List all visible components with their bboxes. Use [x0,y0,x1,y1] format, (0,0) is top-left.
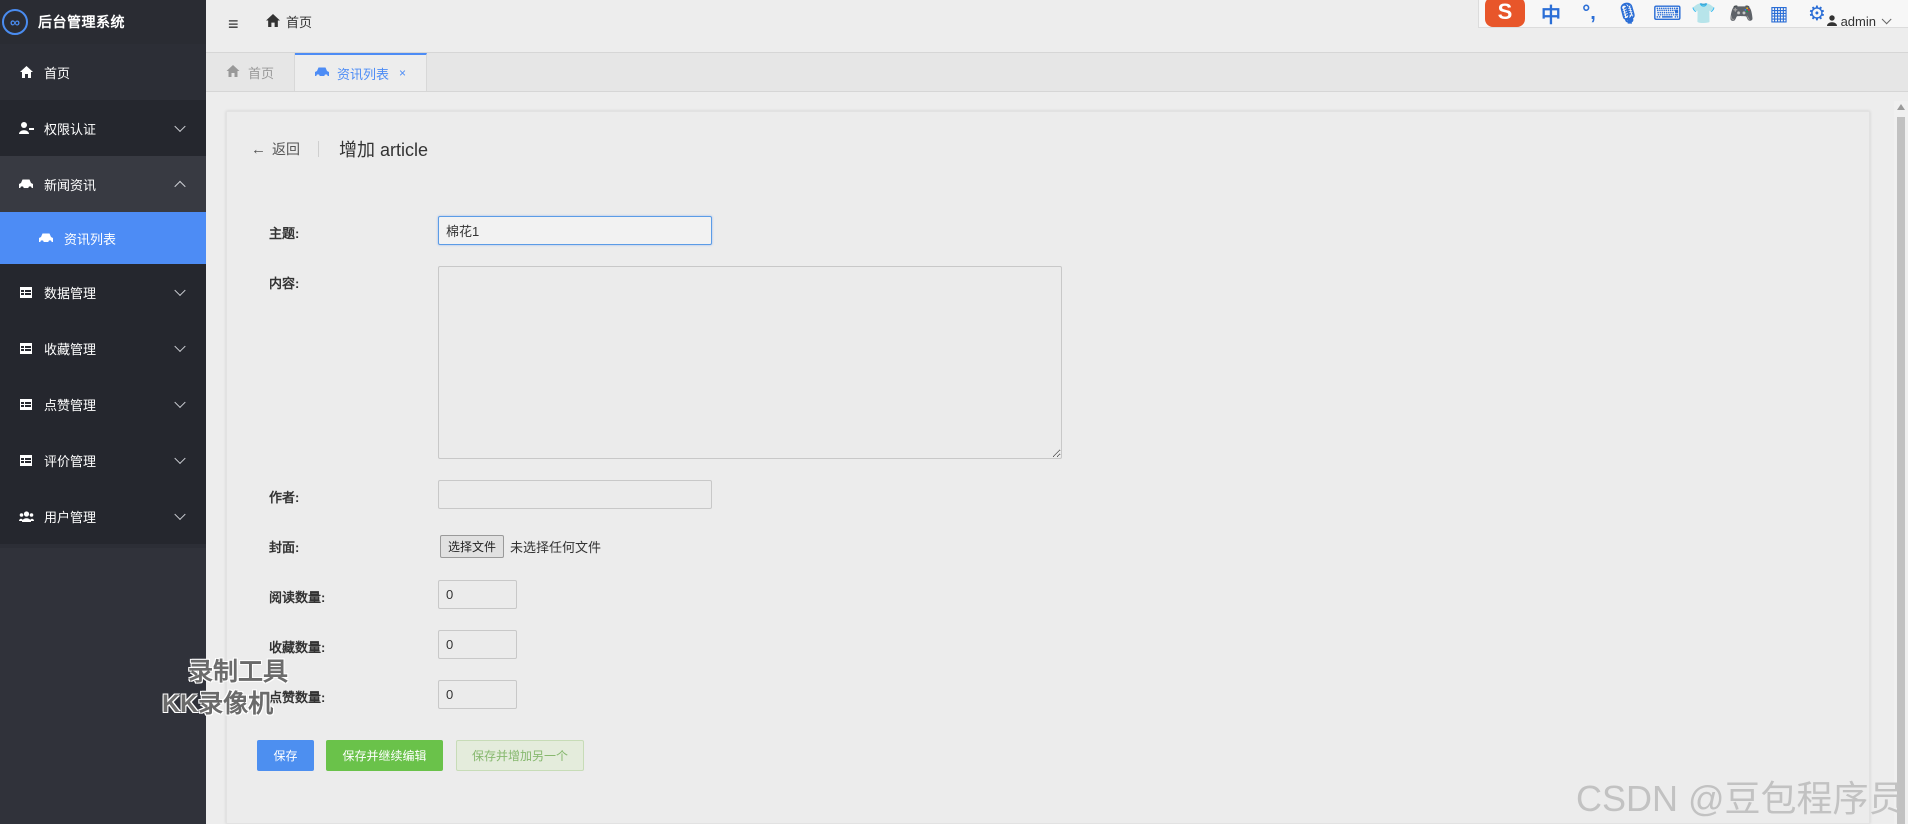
apps-grid-icon[interactable]: ▦ [1767,1,1791,26]
recorder-watermark: 录制工具 KK录像机 [162,656,288,720]
sidebar-item-label: 数据管理 [44,285,97,301]
app-title: 后台管理系统 [38,14,125,30]
scroll-up-icon[interactable] [1897,104,1905,110]
fav-count-input[interactable] [438,630,517,659]
sidebar-item-label: 用户管理 [44,509,97,525]
topbar: ≡ 首页 S 中 °, 🎙 ⌨ 👕 🎮 ▦ ⚙ admin [206,0,1908,53]
settings-icon[interactable]: ⚙ [1805,1,1829,26]
hamburger-menu-icon[interactable]: ≡ [228,14,239,35]
ime-punctuation-icon[interactable]: °, [1577,2,1601,25]
scrollbar[interactable] [1894,101,1908,824]
divider [318,141,319,157]
cover-file-input[interactable]: 选择文件 未选择任何文件 [440,535,601,558]
content-card: ← 返回 增加 article 主题: 内容: 作者: 封面: 选择文件 未选择… [226,111,1870,824]
sidebar-item-news[interactable]: 新闻资讯 [0,156,206,212]
choose-file-button[interactable]: 选择文件 [440,535,505,558]
gamepad-icon[interactable]: 🎮 [1729,1,1754,26]
sidebar-item-favorites[interactable]: 收藏管理 [0,320,206,376]
sidebar-item-label: 权限认证 [44,121,97,137]
car-icon [315,65,330,81]
save-continue-button[interactable]: 保存并继续编辑 [326,740,443,771]
like-count-input[interactable] [438,680,517,709]
tab-news-list[interactable]: 资讯列表 × [295,53,428,91]
car-icon [38,233,54,244]
chevron-down-icon [174,284,186,297]
car-icon [18,179,34,190]
tab-bar: 首页 资讯列表 × [206,53,1908,92]
user-key-icon [18,122,34,134]
tab-home[interactable]: 首页 [206,53,296,91]
home-icon [18,66,34,78]
table-icon [18,342,34,354]
content-textarea[interactable] [438,266,1062,459]
sidebar-item-label: 收藏管理 [44,341,97,357]
sidebar-subitem-label: 资讯列表 [64,231,117,247]
recorder-watermark-line1: 录制工具 [188,658,289,686]
tab-label: 首页 [248,65,275,81]
chevron-down-icon [174,452,186,465]
sidebar-item-reviews[interactable]: 评价管理 [0,432,206,488]
file-status: 未选择任何文件 [510,540,602,555]
sogou-logo-icon[interactable]: S [1485,0,1525,27]
sidebar-item-label: 点赞管理 [44,397,97,413]
page-title: 增加 article [339,140,429,160]
sidebar-item-likes[interactable]: 点赞管理 [0,376,206,432]
save-button[interactable]: 保存 [257,740,314,771]
fav-count-label: 收藏数量: [269,640,326,655]
breadcrumb-home: 首页 [286,15,313,30]
close-icon[interactable]: × [399,66,406,80]
breadcrumb[interactable]: 首页 [266,12,312,31]
sidebar-item-label: 评价管理 [44,453,97,469]
tab-label: 资讯列表 [337,66,390,82]
arrow-left-icon: ← [251,140,266,158]
chevron-down-icon [174,396,186,409]
chevron-down-icon [174,120,186,133]
sidebar-item-data[interactable]: 数据管理 [0,264,206,320]
user-menu[interactable]: admin [1826,14,1892,29]
home-icon [266,13,280,30]
user-icon [1826,14,1837,29]
skin-shirt-icon[interactable]: 👕 [1691,1,1716,26]
subject-label: 主题: [269,226,300,241]
sidebar-subitem-news-list[interactable]: 资讯列表 [0,212,206,264]
microphone-icon[interactable]: 🎙 [1615,1,1640,26]
username: admin [1840,14,1876,29]
subject-input[interactable] [438,216,712,245]
recorder-watermark-line2: KK录像机 [162,690,274,718]
sidebar-item-users[interactable]: 用户管理 [0,488,206,544]
author-label: 作者: [269,490,300,505]
table-icon [18,398,34,410]
csdn-watermark: CSDN @豆包程序员 [1576,778,1905,819]
users-icon [18,510,34,522]
back-button[interactable]: ← 返回 [251,139,300,159]
scrollbar-thumb[interactable] [1897,117,1905,824]
ime-chinese-icon[interactable]: 中 [1539,0,1563,28]
keyboard-icon[interactable]: ⌨ [1653,1,1682,26]
author-input[interactable] [438,480,712,509]
chevron-down-icon [174,508,186,521]
content-label: 内容: [269,276,300,291]
home-icon [226,64,240,80]
logo-icon: ∞ [2,9,28,35]
sidebar-item-label: 新闻资讯 [44,177,97,193]
page-header: ← 返回 增加 article [251,136,428,162]
sidebar-item-label: 首页 [44,65,71,81]
read-count-label: 阅读数量: [269,590,326,605]
sidebar-item-auth[interactable]: 权限认证 [0,100,206,156]
table-icon [18,286,34,298]
sidebar-item-home[interactable]: 首页 [0,44,206,100]
table-icon [18,454,34,466]
chevron-up-icon [174,180,186,193]
brand[interactable]: ∞ 后台管理系统 [0,0,206,44]
chevron-down-icon [174,340,186,353]
cover-label: 封面: [269,540,300,555]
save-add-another-button[interactable]: 保存并增加另一个 [456,740,584,771]
back-label: 返回 [272,141,300,157]
read-count-input[interactable] [438,580,517,609]
